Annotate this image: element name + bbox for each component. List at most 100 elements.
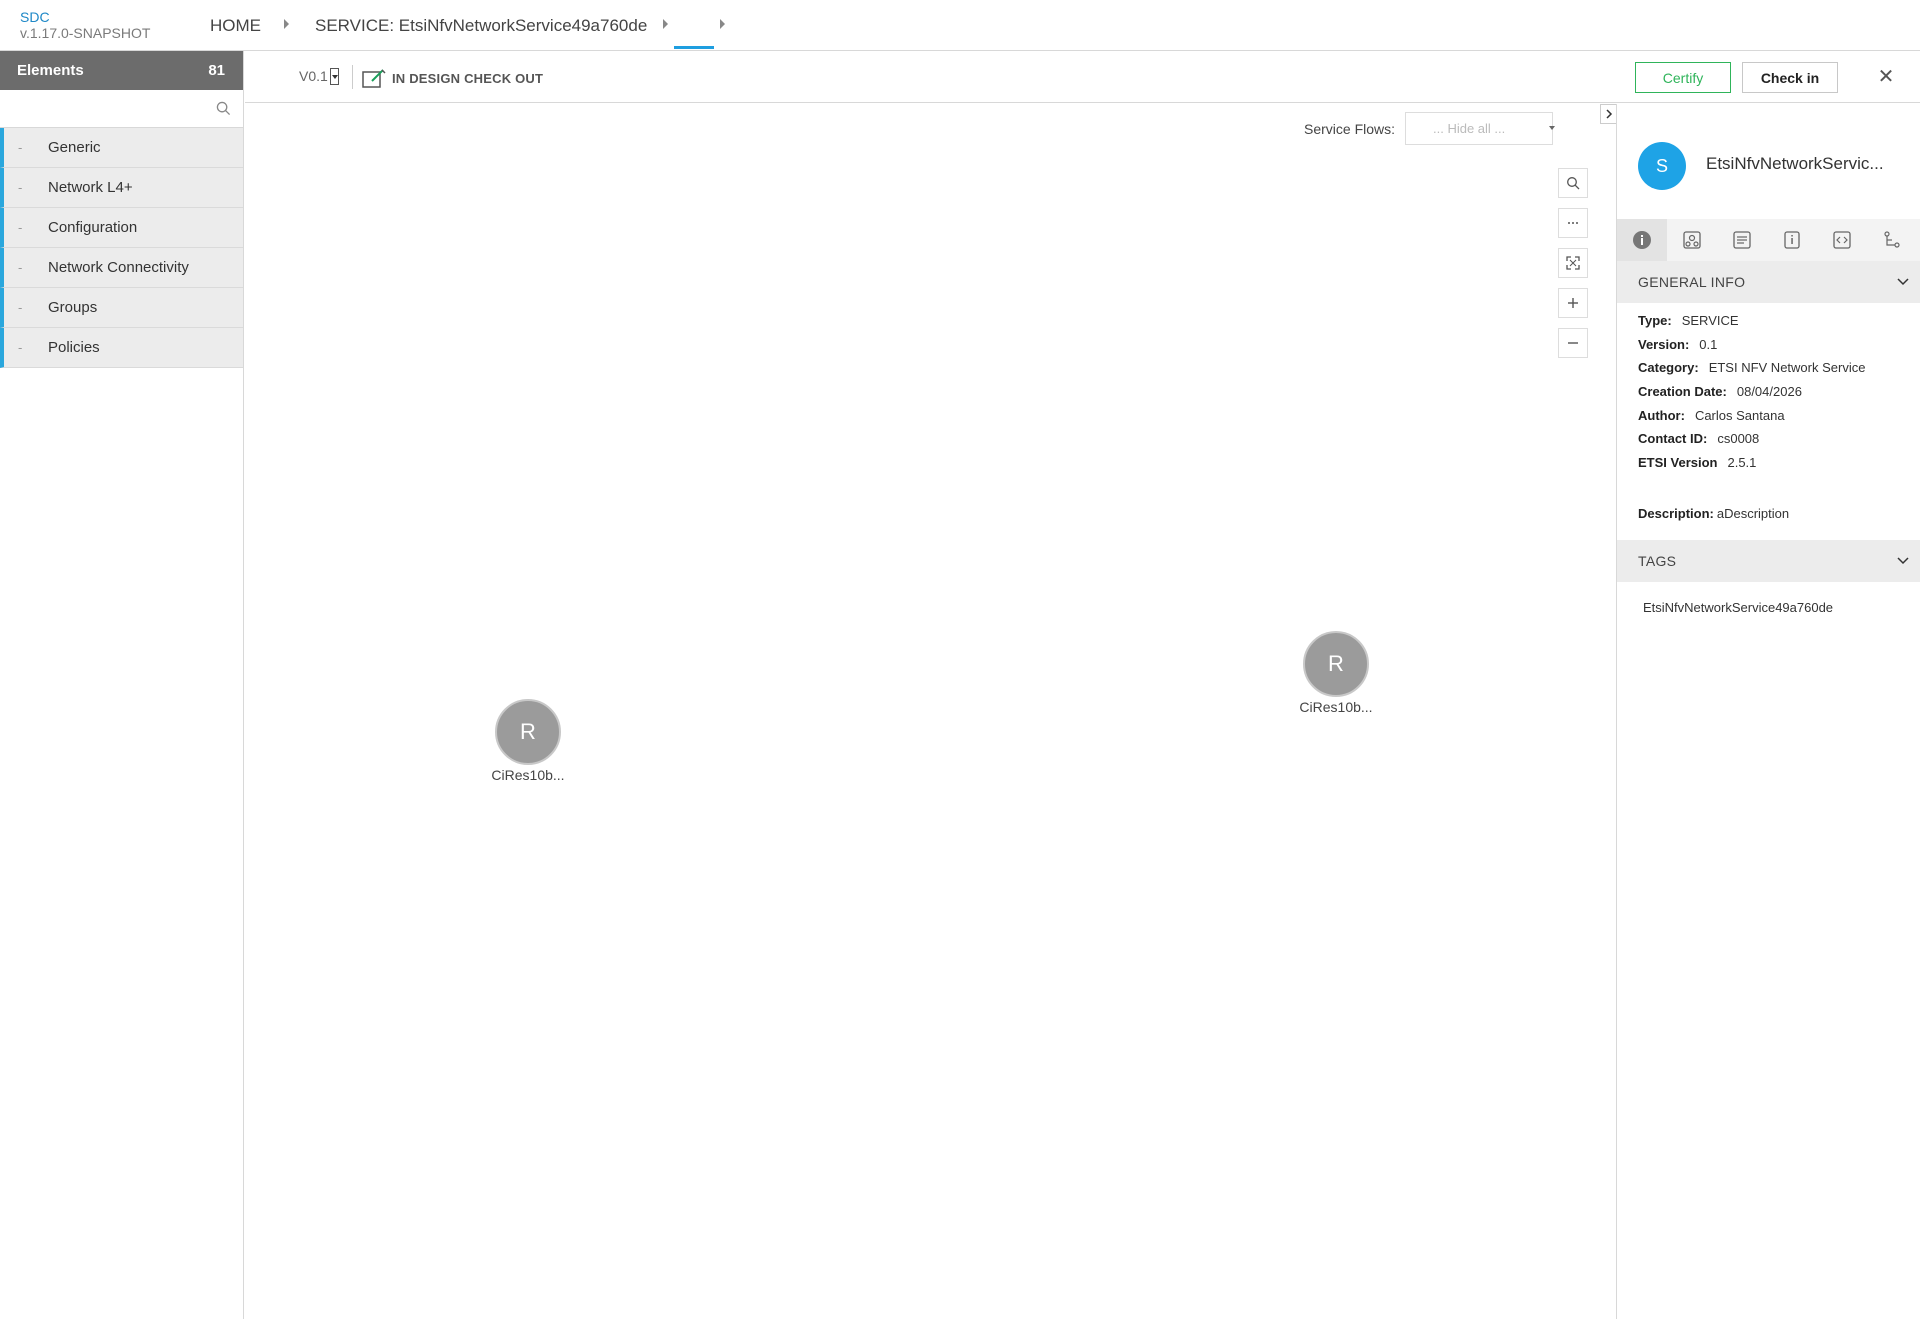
chevron-down-icon bbox=[1897, 278, 1909, 286]
tab-general-info[interactable] bbox=[1617, 219, 1667, 261]
api-icon bbox=[1833, 231, 1851, 249]
brand[interactable]: SDC v.1.17.0-SNAPSHOT bbox=[20, 9, 150, 41]
tab-flows[interactable] bbox=[1867, 219, 1917, 261]
more-icon bbox=[1568, 222, 1578, 224]
composition-canvas[interactable]: Service Flows: ... Hide all ... R CiRes1… bbox=[245, 104, 1616, 1319]
checkout-edit-icon bbox=[362, 69, 386, 88]
category-label: Generic bbox=[48, 139, 101, 156]
top-navigation-bar: SDC v.1.17.0-SNAPSHOT HOME SERVICE: Etsi… bbox=[0, 0, 1920, 51]
info-key: Category: bbox=[1638, 360, 1699, 375]
check-in-button[interactable]: Check in bbox=[1742, 62, 1838, 93]
breadcrumb-service[interactable]: SERVICE: EtsiNfvNetworkService49a760de bbox=[315, 16, 647, 36]
info-description: Description: aDescription bbox=[1638, 506, 1789, 521]
breadcrumb-arrow-icon bbox=[663, 19, 668, 29]
close-icon[interactable]: ✕ bbox=[1875, 66, 1897, 88]
fit-screen-icon bbox=[1566, 256, 1580, 270]
category-dash: - bbox=[18, 260, 23, 275]
fit-screen-button[interactable] bbox=[1558, 248, 1588, 278]
toolbar-divider bbox=[352, 65, 353, 89]
version-dropdown-icon[interactable] bbox=[330, 68, 339, 85]
breadcrumb-active-indicator bbox=[674, 46, 714, 49]
info-key: Author: bbox=[1638, 408, 1685, 423]
elements-search-input[interactable] bbox=[0, 90, 208, 127]
info-category: Category: ETSI NFV Network Service bbox=[1638, 360, 1865, 375]
zoom-out-button[interactable] bbox=[1558, 328, 1588, 358]
category-dash: - bbox=[18, 340, 23, 355]
category-label: Policies bbox=[48, 339, 100, 356]
category-policies[interactable]: - Policies bbox=[0, 328, 243, 368]
info-etsi-version: ETSI Version 2.5.1 bbox=[1638, 455, 1756, 470]
info-value: 0.1 bbox=[1699, 337, 1718, 352]
properties-icon bbox=[1733, 231, 1751, 249]
zoom-in-button[interactable] bbox=[1558, 288, 1588, 318]
info-key: Contact ID: bbox=[1638, 431, 1708, 446]
info-value: Carlos Santana bbox=[1694, 408, 1785, 423]
flow-icon bbox=[1884, 231, 1900, 248]
zoom-in-icon bbox=[1568, 298, 1578, 308]
category-network-l4[interactable]: - Network L4+ bbox=[0, 168, 243, 208]
category-label: Network L4+ bbox=[48, 179, 133, 196]
general-info-header[interactable]: GENERAL INFO bbox=[1617, 261, 1920, 303]
tags-header[interactable]: TAGS bbox=[1617, 540, 1920, 582]
info-creation-date: Creation Date: 08/04/2026 bbox=[1638, 384, 1802, 399]
breadcrumb-home[interactable]: HOME bbox=[210, 16, 261, 36]
service-avatar: S bbox=[1638, 142, 1686, 190]
info-value: aDescription bbox=[1716, 506, 1790, 521]
info-contact-id: Contact ID: cs0008 bbox=[1638, 431, 1759, 446]
tab-composition[interactable] bbox=[1667, 219, 1717, 261]
elements-panel: Elements 81 - Generic - Network L4+ - Confi… bbox=[0, 51, 244, 1319]
tab-properties[interactable] bbox=[1717, 219, 1767, 261]
tab-api[interactable] bbox=[1817, 219, 1867, 261]
category-configuration[interactable]: - Configuration bbox=[0, 208, 243, 248]
info-type: Type: SERVICE bbox=[1638, 313, 1739, 328]
info-value: 2.5.1 bbox=[1727, 455, 1757, 470]
composition-icon bbox=[1683, 231, 1701, 249]
info-value: cs0008 bbox=[1717, 431, 1760, 446]
service-name: EtsiNfvNetworkServic... bbox=[1706, 154, 1884, 173]
tab-details[interactable] bbox=[1767, 219, 1817, 261]
chevron-down-icon bbox=[1897, 557, 1909, 565]
service-flows-label: Service Flows: bbox=[1304, 121, 1396, 137]
elements-title: Elements bbox=[17, 62, 84, 79]
lifecycle-status: IN DESIGN CHECK OUT bbox=[392, 71, 544, 86]
info-key: Creation Date: bbox=[1638, 384, 1727, 399]
service-flows-select[interactable]: ... Hide all ... bbox=[1405, 112, 1553, 145]
zoom-search-icon bbox=[1567, 177, 1580, 190]
details-icon bbox=[1784, 231, 1800, 249]
category-dash: - bbox=[18, 140, 23, 155]
zoom-search-button[interactable] bbox=[1558, 168, 1588, 198]
category-label: Groups bbox=[48, 299, 98, 316]
info-value: 08/04/2026 bbox=[1736, 384, 1802, 399]
chevron-right-icon bbox=[1606, 109, 1613, 119]
certify-button[interactable]: Certify bbox=[1635, 62, 1731, 93]
component-node-label: CiRes10b... bbox=[491, 767, 565, 783]
chevron-down-icon[interactable] bbox=[1549, 126, 1555, 130]
info-key: Description: bbox=[1638, 506, 1714, 521]
info-value: ETSI NFV Network Service bbox=[1708, 360, 1866, 375]
category-groups[interactable]: - Groups bbox=[0, 288, 243, 328]
elements-header: Elements 81 bbox=[0, 51, 243, 90]
component-node[interactable]: R bbox=[1303, 631, 1369, 697]
zoom-out-icon bbox=[1568, 342, 1578, 344]
info-key: ETSI Version bbox=[1638, 455, 1718, 470]
info-key: Version: bbox=[1638, 337, 1690, 352]
category-dash: - bbox=[18, 300, 23, 315]
search-icon[interactable] bbox=[216, 101, 231, 116]
category-network-connectivity[interactable]: - Network Connectivity bbox=[0, 248, 243, 288]
breadcrumb-arrow-icon bbox=[284, 19, 289, 29]
category-dash: - bbox=[18, 180, 23, 195]
elements-search bbox=[0, 90, 243, 128]
info-version: Version: 0.1 bbox=[1638, 337, 1717, 352]
info-key: Type: bbox=[1638, 313, 1672, 328]
brand-version: v.1.17.0-SNAPSHOT bbox=[20, 25, 151, 41]
workspace-toolbar: V0.1 IN DESIGN CHECK OUT Certify Check i… bbox=[245, 51, 1920, 103]
category-generic[interactable]: - Generic bbox=[0, 128, 243, 168]
component-node[interactable]: R bbox=[495, 699, 561, 765]
elements-count: 81 bbox=[208, 62, 225, 79]
details-tabs bbox=[1617, 219, 1920, 261]
component-node-label: CiRes10b... bbox=[1299, 699, 1373, 715]
category-dash: - bbox=[18, 220, 23, 235]
more-button[interactable] bbox=[1558, 208, 1588, 238]
version-selector[interactable]: V0.1 bbox=[299, 68, 328, 84]
tag-item: EtsiNfvNetworkService49a760de bbox=[1643, 600, 1834, 615]
